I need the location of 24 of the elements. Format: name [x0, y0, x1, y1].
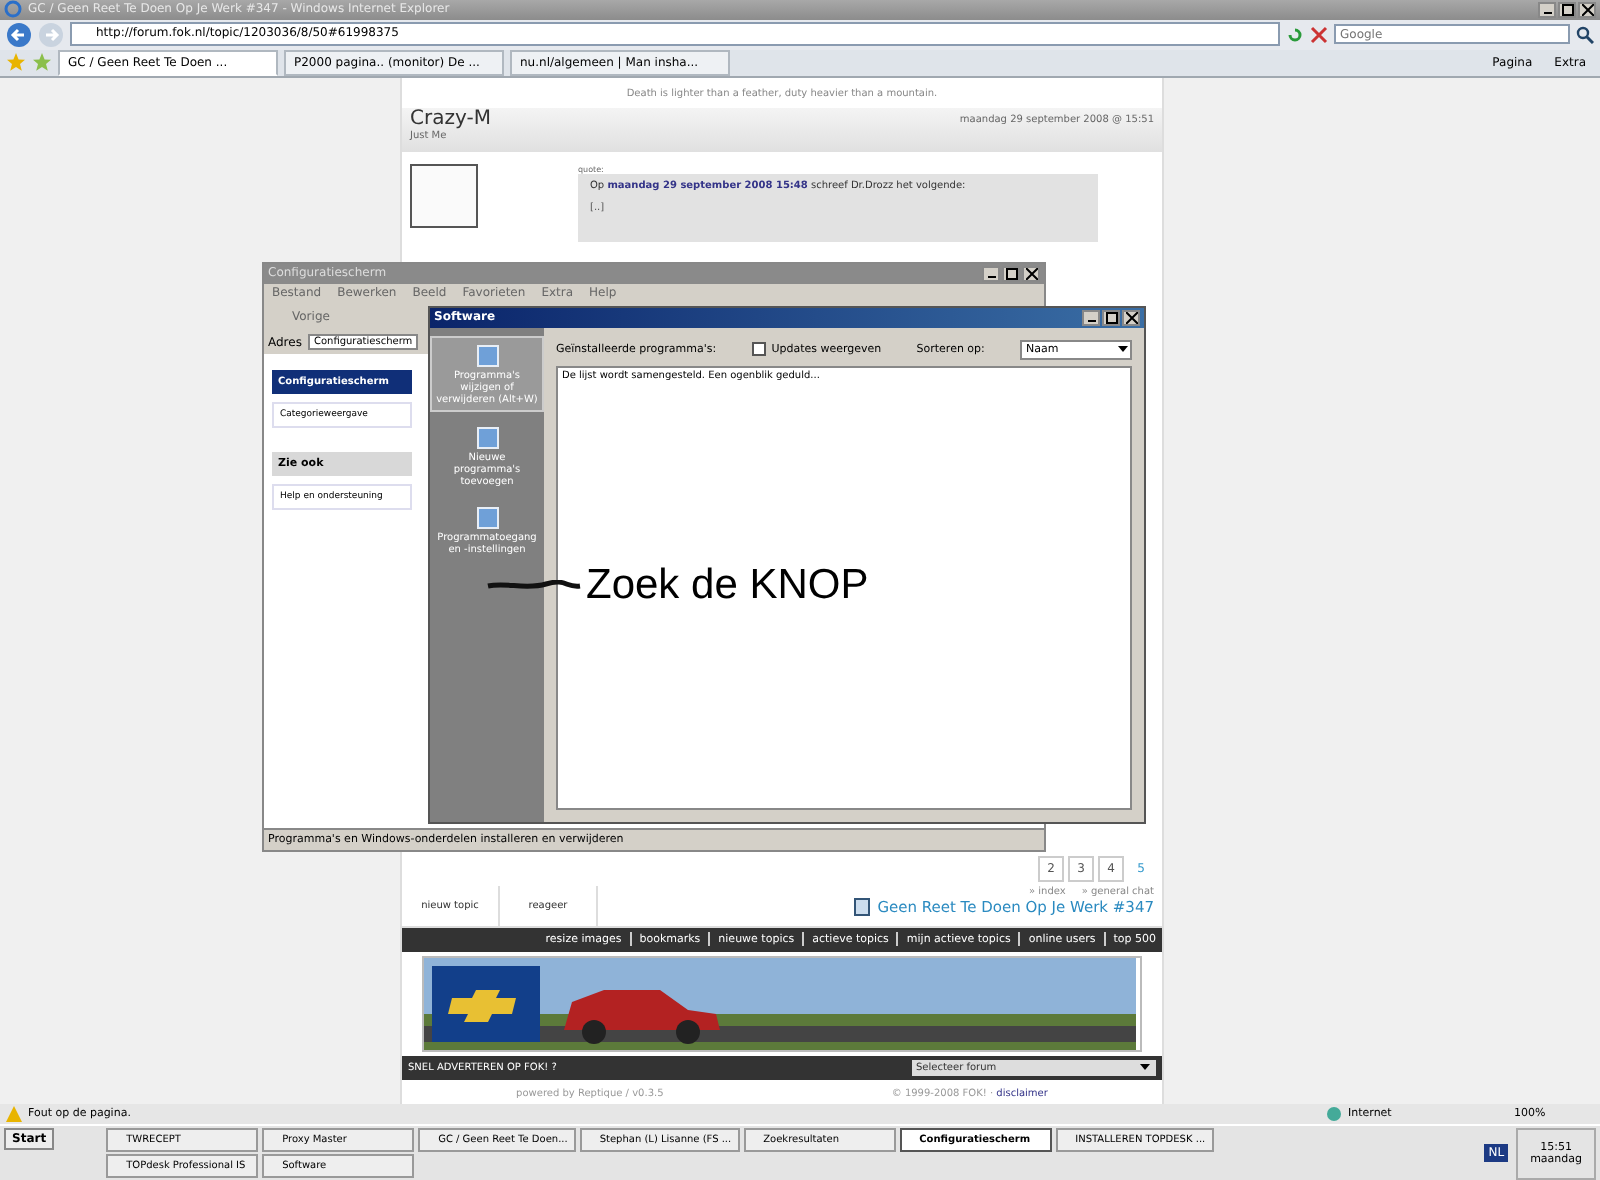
maximize-button[interactable] [1558, 1, 1576, 18]
close-button[interactable] [1578, 1, 1596, 18]
stop-icon[interactable] [1310, 25, 1328, 44]
globe-icon [1326, 1106, 1342, 1123]
program-icon [473, 423, 501, 452]
checkbox[interactable] [751, 342, 766, 357]
annotation-text: Zoek de KNOP [586, 561, 869, 610]
program-icon [473, 341, 501, 370]
close-button[interactable] [1122, 309, 1140, 326]
author-name[interactable]: Crazy-M [410, 107, 491, 130]
browser-icon [4, 0, 22, 19]
maximize-button[interactable] [1102, 309, 1120, 326]
avatar-image [410, 163, 478, 228]
minimize-button[interactable] [1538, 1, 1556, 18]
star-icon[interactable] [6, 52, 26, 73]
warning-icon [6, 1106, 22, 1123]
minimize-button[interactable] [1082, 309, 1100, 326]
caret-icon [1116, 342, 1130, 357]
caret-icon [1138, 1060, 1152, 1075]
refresh-icon[interactable] [1286, 25, 1304, 44]
back-icon[interactable] [6, 21, 32, 48]
search-icon[interactable] [1576, 25, 1594, 44]
program-icon [473, 503, 501, 532]
document-icon [853, 897, 870, 916]
